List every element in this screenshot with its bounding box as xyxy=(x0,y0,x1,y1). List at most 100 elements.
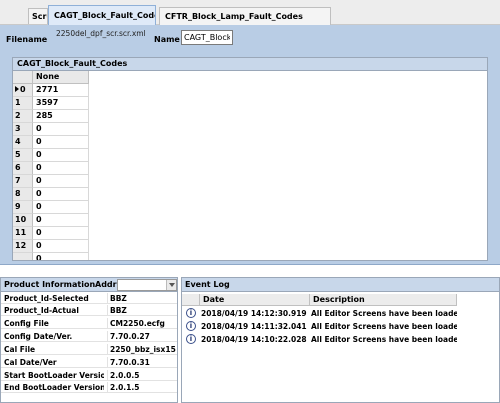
grid-row-header[interactable]: 12 xyxy=(13,240,33,253)
grid-column-header[interactable]: None xyxy=(33,71,89,84)
product-info-row: Cal File 2250_bbz_isx15 xyxy=(1,344,177,355)
grid-row-header[interactable]: 2 xyxy=(13,110,33,123)
product-info-key: Cal Date/Ver xyxy=(4,358,57,367)
grid-row[interactable]: 10 0 xyxy=(13,214,89,227)
tab-cftr-block-lamp-fault-codes[interactable]: CFTR_Block_Lamp_Fault_Codes xyxy=(159,7,331,25)
product-info-value: BBZ xyxy=(107,293,177,304)
tab-label: CFTR_Block_Lamp_Fault_Codes xyxy=(165,12,303,21)
product-information-title: Product Information xyxy=(4,280,96,289)
grid-row-header[interactable]: 11 xyxy=(13,227,33,240)
event-log-row[interactable]: i 2018/04/19 14:11:32.041 All Editor Scr… xyxy=(182,320,457,333)
grid-row[interactable]: 8 0 xyxy=(13,188,89,201)
grid-cell[interactable]: 3597 xyxy=(33,97,89,110)
event-date: 2018/04/19 14:12:30.919 xyxy=(201,309,307,318)
event-date: 2018/04/19 14:11:32.041 xyxy=(201,322,307,331)
grid-row-header[interactable]: 0 xyxy=(13,84,33,97)
event-description: All Editor Screens have been loaded xyxy=(311,309,457,318)
product-info-row: Config Date/Ver. 7.70.0.27 xyxy=(1,331,177,342)
grid-row-header[interactable]: 10 xyxy=(13,214,33,227)
grid-row-header[interactable]: 1 xyxy=(13,97,33,110)
grid-row-header[interactable]: 7 xyxy=(13,175,33,188)
name-label: Name xyxy=(154,35,180,44)
product-info-key: Product_Id-Selected xyxy=(4,294,89,303)
filename-value: 2250del_dpf_scr.scr.xml xyxy=(56,29,146,38)
product-info-value: 2.0.0.5 xyxy=(107,370,177,381)
product-info-row: Start BootLoader Version 2.0.0.5 xyxy=(1,370,177,381)
grid-row[interactable]: 0 2771 xyxy=(13,84,89,97)
grid-row-header[interactable]: 8 xyxy=(13,188,33,201)
grid-row-header[interactable]: 9 xyxy=(13,201,33,214)
grid-row[interactable]: 4 0 xyxy=(13,136,89,149)
tab-label: Screen 0 xyxy=(32,12,47,21)
product-info-value: BBZ xyxy=(107,305,177,316)
product-info-key: Config Date/Ver. xyxy=(4,332,73,341)
grid-cell[interactable]: 0 xyxy=(33,149,89,162)
grid-row-header[interactable]: 3 xyxy=(13,123,33,136)
grid-cell[interactable]: 0 xyxy=(33,227,89,240)
product-info-key: Cal File xyxy=(4,345,36,354)
name-input[interactable] xyxy=(181,30,233,45)
row-pointer-icon xyxy=(15,86,19,92)
event-log-description-header[interactable]: Description xyxy=(310,294,457,306)
grid-cell[interactable]: 0 xyxy=(33,175,89,188)
product-info-row: End BootLoader Version 2.0.1.5 xyxy=(1,382,177,393)
grid-cell[interactable]: 0 xyxy=(33,162,89,175)
grid-row[interactable]: 5 0 xyxy=(13,149,89,162)
grid-cell[interactable]: 0 xyxy=(33,214,89,227)
chevron-down-icon[interactable] xyxy=(166,280,176,290)
grid-row[interactable]: 0 xyxy=(13,253,89,260)
grid-cell[interactable]: 0 xyxy=(33,240,89,253)
product-info-value: CM2250.ecfg xyxy=(107,318,177,329)
event-description: All Editor Screens have been loaded xyxy=(311,322,457,331)
grid-cell[interactable]: 0 xyxy=(33,188,89,201)
grid-cell[interactable]: 2771 xyxy=(33,84,89,97)
product-info-row: Config File CM2250.ecfg xyxy=(1,318,177,329)
grid-cell[interactable]: 0 xyxy=(33,123,89,136)
product-information-header: Product Information Addr xyxy=(1,278,177,292)
product-info-value: 7.70.0.27 xyxy=(107,331,177,342)
fault-codes-grid: CAGT_Block_Fault_Codes None 0 2771 1 359… xyxy=(12,57,488,261)
grid-row-header[interactable] xyxy=(13,253,33,260)
grid-row[interactable]: 11 0 xyxy=(13,227,89,240)
grid-row-header[interactable]: 6 xyxy=(13,162,33,175)
tab-cagt-block-fault-codes[interactable]: CAGT_Block_Fault_Codes xyxy=(48,5,156,25)
tab-label: CAGT_Block_Fault_Codes xyxy=(54,11,156,20)
grid-caption: CAGT_Block_Fault_Codes xyxy=(13,58,487,71)
grid-cell[interactable]: 0 xyxy=(33,136,89,149)
filename-label: Filename xyxy=(6,35,48,44)
grid-cell[interactable]: 0 xyxy=(33,253,89,260)
grid-cell[interactable]: 0 xyxy=(33,201,89,214)
grid-row[interactable]: 6 0 xyxy=(13,162,89,175)
info-icon: i xyxy=(186,334,196,344)
event-log-panel: Event Log Date Description i 2018/04/19 … xyxy=(181,277,500,403)
tab-strip: Screen 0 CAGT_Block_Fault_Codes CFTR_Blo… xyxy=(0,0,500,25)
event-log-title: Event Log xyxy=(182,278,499,292)
event-log-row[interactable]: i 2018/04/19 14:10:22.028 All Editor Scr… xyxy=(182,333,457,346)
grid-row-header[interactable]: 5 xyxy=(13,149,33,162)
product-info-value: 7.70.0.31 xyxy=(107,357,177,368)
grid-row[interactable]: 9 0 xyxy=(13,201,89,214)
addr-select[interactable] xyxy=(117,279,177,291)
product-info-value: 2250_bbz_isx15 xyxy=(107,344,177,355)
grid-row[interactable]: 12 0 xyxy=(13,240,89,253)
grid-row[interactable]: 1 3597 xyxy=(13,97,89,110)
grid-row-header[interactable]: 4 xyxy=(13,136,33,149)
product-information-panel: Product Information Addr Product_Id-Sele… xyxy=(0,277,178,403)
grid-corner-header xyxy=(13,71,33,84)
grid-row[interactable]: 2 285 xyxy=(13,110,89,123)
grid-row[interactable]: 3 0 xyxy=(13,123,89,136)
addr-label: Addr xyxy=(95,280,117,289)
grid-cell[interactable]: 285 xyxy=(33,110,89,123)
event-date: 2018/04/19 14:10:22.028 xyxy=(201,335,307,344)
product-info-key: Start BootLoader Version xyxy=(4,371,104,380)
product-info-key: End BootLoader Version xyxy=(4,383,104,392)
event-log-row[interactable]: i 2018/04/19 14:12:30.919 All Editor Scr… xyxy=(182,307,457,320)
event-description: All Editor Screens have been loaded xyxy=(311,335,457,344)
product-info-value: 2.0.1.5 xyxy=(107,382,177,393)
grid-row[interactable]: 7 0 xyxy=(13,175,89,188)
event-log-icon-column-header[interactable] xyxy=(182,294,200,306)
event-log-date-header[interactable]: Date xyxy=(200,294,310,306)
product-info-key: Config File xyxy=(4,319,49,328)
tab-screen-0[interactable]: Screen 0 xyxy=(28,8,48,24)
product-info-row: Product_Id-Selected BBZ xyxy=(1,293,177,304)
